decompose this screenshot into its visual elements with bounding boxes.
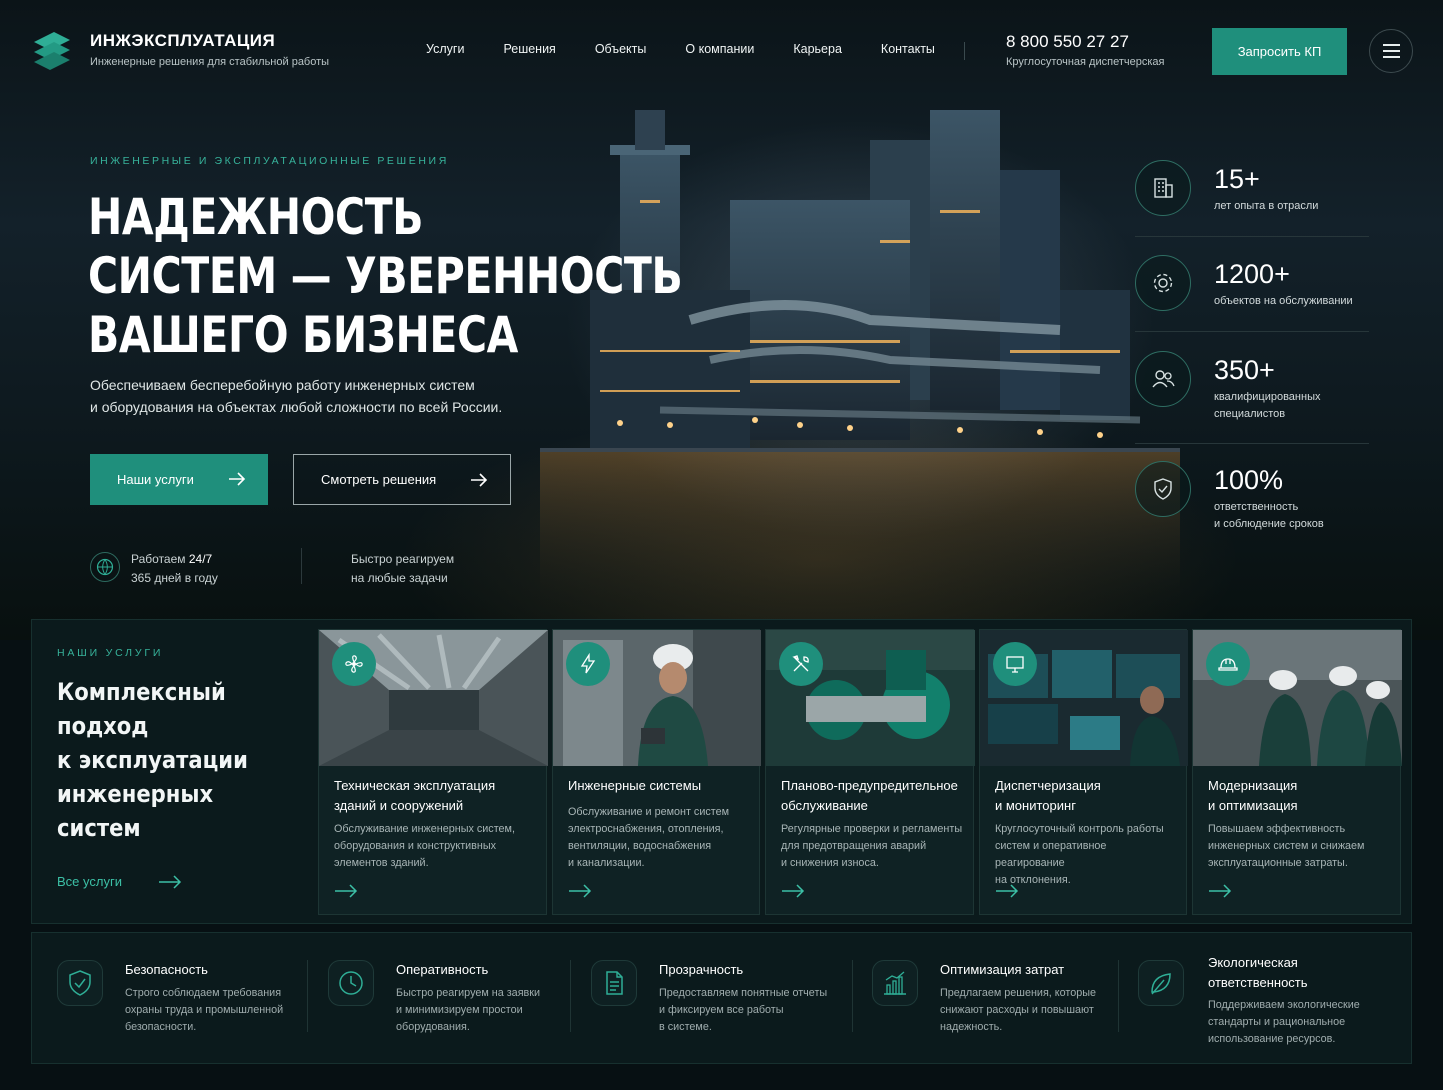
site-header: ИНЖЭКСПЛУАТАЦИЯ Инженерные решения для с…: [0, 0, 1443, 104]
divider: [1135, 331, 1369, 332]
feature-description: Поддерживаем экологические стандарты и ра…: [1208, 999, 1360, 1045]
stat-value: 1200+: [1214, 259, 1290, 289]
building-icon: [1154, 178, 1173, 198]
stat-label: лет опыта в отрасли: [1214, 200, 1319, 212]
stat-label: объектов на обслуживании: [1214, 295, 1353, 307]
arrow-right-icon: [1209, 884, 1232, 898]
feature-description: Предоставляем понятные отчеты и фиксируем…: [659, 987, 828, 1033]
card-description: Обслуживание инженерных систем, оборудова…: [334, 823, 515, 869]
nav-item-objects[interactable]: Объекты: [595, 42, 647, 56]
gear-icon: [1153, 273, 1173, 293]
card-description: Регулярные проверки и регламенты для пред…: [781, 823, 963, 869]
feature-title: Оптимизация затрат: [940, 962, 1065, 977]
service-card-modernization[interactable]: Модернизация и оптимизация Повышаем эффек…: [1192, 629, 1402, 915]
card-title: Инженерные системы: [568, 778, 702, 793]
menu-button[interactable]: [1369, 29, 1413, 73]
divider: [307, 960, 308, 1032]
view-solutions-button[interactable]: Смотреть решения: [293, 454, 511, 505]
hero-title-line: ВАШЕГО БИЗНЕСА: [88, 306, 518, 364]
feature-description: Предлагаем решения, которые снижают расхо…: [940, 987, 1096, 1033]
arrow-right-icon: [782, 884, 805, 898]
divider: [852, 960, 853, 1032]
divider: [1118, 960, 1119, 1032]
arrow-right-icon: [335, 884, 358, 898]
service-card-preventive[interactable]: Планово-предупредительное обслуживание Ре…: [765, 629, 975, 915]
hardhat-icon: [1218, 658, 1238, 671]
card-description: Повышаем эффективность инженерных систем …: [1208, 823, 1365, 869]
divider: [1135, 236, 1369, 237]
arrow-right-icon: [229, 472, 246, 486]
availability-info: Работаем 24/7 365 дней в году: [131, 552, 218, 585]
lightning-icon: [580, 653, 596, 674]
fan-icon: [345, 655, 363, 673]
service-card-dispatch[interactable]: Диспетчеризация и мониторинг Круглосуточн…: [979, 629, 1188, 915]
response-info: Быстро реагируем на любые задачи: [351, 552, 455, 585]
divider: [570, 960, 571, 1032]
phone-note: Круглосуточная диспетчерская: [1006, 56, 1165, 68]
shield-check-icon: [69, 970, 91, 996]
arrow-right-icon: [471, 473, 488, 487]
monitor-icon: [1006, 656, 1024, 673]
divider: [1135, 443, 1369, 444]
all-services-link[interactable]: Все услуги: [57, 874, 182, 889]
leaf-icon: [1151, 973, 1171, 995]
hero-title-line: СИСТЕМ — УВЕРЕННОСТЬ: [88, 247, 683, 305]
feature-title: Прозрачность: [659, 962, 744, 977]
stat-value: 100%: [1214, 465, 1284, 495]
service-card-maintenance[interactable]: Техническая эксплуатация зданий и сооруже…: [318, 629, 548, 915]
stat-label: ответственность и соблюдение сроков: [1214, 501, 1324, 530]
feature-title: Экологическая ответственность: [1208, 955, 1308, 990]
tools-icon: [792, 655, 809, 672]
clock-icon: [339, 971, 363, 995]
service-card-engineering[interactable]: Инженерные системы Обслуживание и ремонт…: [552, 629, 761, 915]
divider: [301, 548, 302, 584]
globe-icon: [90, 552, 120, 582]
shield-check-icon: [1154, 478, 1172, 500]
hero-title-line: НАДЕЖНОСТЬ: [88, 188, 424, 246]
main-nav: Услуги Решения Объекты О компании Карьер…: [426, 42, 974, 56]
hero-eyebrow: ИНЖЕНЕРНЫЕ И ЭКСПЛУАТАЦИОННЫЕ РЕШЕНИЯ: [90, 155, 449, 167]
nav-item-about[interactable]: О компании: [685, 42, 754, 56]
brand-name[interactable]: ИНЖЭКСПЛУАТАЦИЯ: [90, 31, 275, 51]
hero-description: Обеспечиваем бесперебойную работу инжене…: [90, 377, 503, 415]
document-icon: [606, 971, 623, 995]
feature-description: Строго соблюдаем требования охраны труда …: [125, 987, 284, 1033]
services-title: Комплексный подход к эксплуатации инжене…: [57, 678, 248, 842]
logo-icon[interactable]: [30, 30, 74, 72]
hero-title: НАДЕЖНОСТЬ СИСТЕМ — УВЕРЕННОСТЬ ВАШЕГО Б…: [88, 188, 683, 365]
arrow-right-icon: [158, 874, 182, 889]
request-offer-button[interactable]: Запросить КП: [1212, 28, 1347, 75]
hamburger-icon: [1382, 44, 1400, 46]
card-title: Диспетчеризация и мониторинг: [995, 778, 1101, 813]
stat-value: 350+: [1214, 355, 1275, 385]
card-description: Круглосуточный контроль работы систем и о…: [995, 823, 1164, 886]
users-icon: [1152, 370, 1175, 388]
nav-item-solutions[interactable]: Решения: [503, 42, 555, 56]
feature-title: Оперативность: [396, 962, 489, 977]
arrow-right-icon: [996, 884, 1019, 898]
feature-title: Безопасность: [125, 962, 208, 977]
our-services-button[interactable]: Наши услуги: [90, 454, 268, 505]
feature-description: Быстро реагируем на заявки и минимизируем…: [396, 987, 541, 1033]
nav-item-career[interactable]: Карьера: [793, 42, 842, 56]
nav-item-contacts[interactable]: Контакты: [881, 42, 935, 56]
stat-value: 15+: [1214, 164, 1260, 194]
card-description: Обслуживание и ремонт систем электроснабж…: [568, 806, 730, 869]
services-eyebrow: НАШИ УСЛУГИ: [57, 647, 164, 659]
card-title: Техническая эксплуатация зданий и сооруже…: [334, 778, 496, 813]
industrial-plant-image: [540, 110, 1180, 620]
arrow-right-icon: [569, 884, 592, 898]
brand-tagline: Инженерные решения для стабильной работы: [90, 56, 330, 68]
card-title: Планово-предупредительное обслуживание: [781, 778, 958, 813]
chart-icon: [884, 971, 906, 995]
nav-divider: [964, 42, 965, 60]
card-title: Модернизация и оптимизация: [1208, 778, 1298, 813]
stat-label: квалифицированных специалистов: [1214, 391, 1321, 420]
phone-number[interactable]: 8 800 550 27 27: [1006, 32, 1129, 52]
nav-item-services[interactable]: Услуги: [426, 42, 464, 56]
